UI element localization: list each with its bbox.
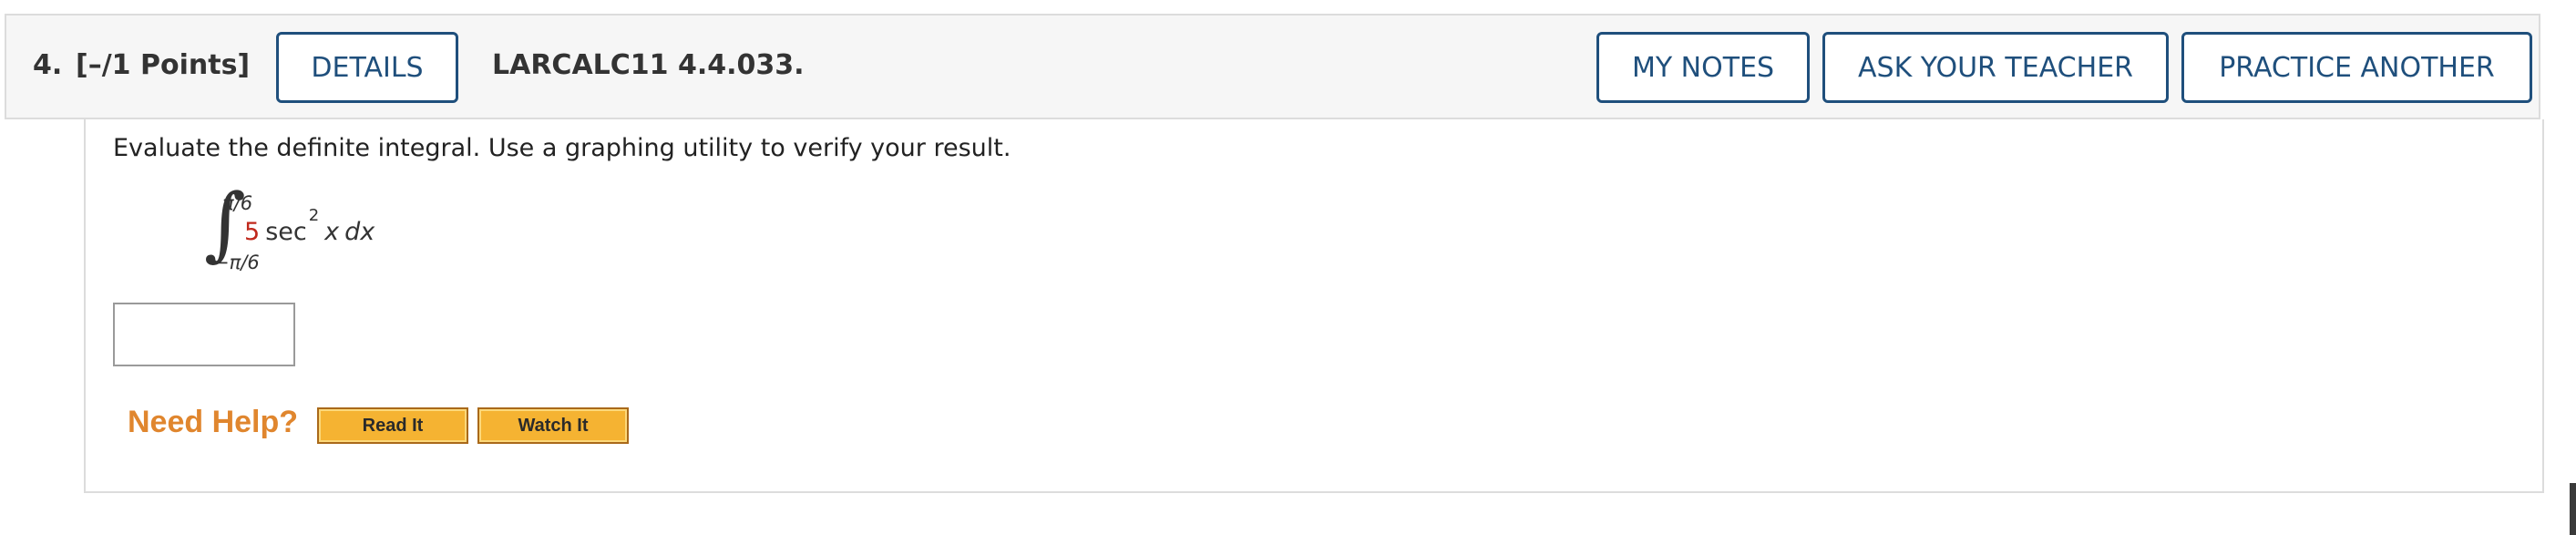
question-body: Evaluate the definite integral. Use a gr…	[84, 119, 2544, 493]
details-button[interactable]: DETAILS	[276, 32, 458, 103]
lower-limit: −π/6	[213, 252, 260, 273]
question-prompt: Evaluate the definite integral. Use a gr…	[113, 134, 1011, 162]
read-it-button[interactable]: Read It	[317, 407, 468, 444]
upper-limit: π/6	[222, 192, 253, 214]
page-edge-divider	[2570, 483, 2576, 535]
my-notes-button[interactable]: MY NOTES	[1596, 32, 1810, 103]
question-header: 4. [–/1 Points] DETAILS LARCALC11 4.4.03…	[5, 14, 2540, 119]
integrand: 5 sec2x dx	[244, 206, 375, 246]
need-help-label: Need Help?	[128, 405, 299, 439]
watch-it-button[interactable]: Watch It	[477, 407, 629, 444]
integrand-differential: dx	[344, 218, 375, 246]
practice-another-button[interactable]: PRACTICE ANOTHER	[2181, 32, 2532, 103]
integrand-function: sec	[265, 218, 307, 246]
question-points: [–/1 Points]	[76, 49, 251, 81]
question-code: LARCALC11 4.4.033.	[492, 49, 805, 81]
ask-your-teacher-button[interactable]: ASK YOUR TEACHER	[1822, 32, 2169, 103]
question-number: 4.	[33, 49, 63, 81]
integral-expression: ∫ π/6 −π/6 5 sec2x dx	[204, 183, 569, 283]
integrand-exponent: 2	[308, 206, 320, 225]
answer-input[interactable]	[113, 303, 295, 366]
integrand-coefficient: 5	[244, 218, 261, 246]
integrand-variable: x	[324, 218, 340, 246]
